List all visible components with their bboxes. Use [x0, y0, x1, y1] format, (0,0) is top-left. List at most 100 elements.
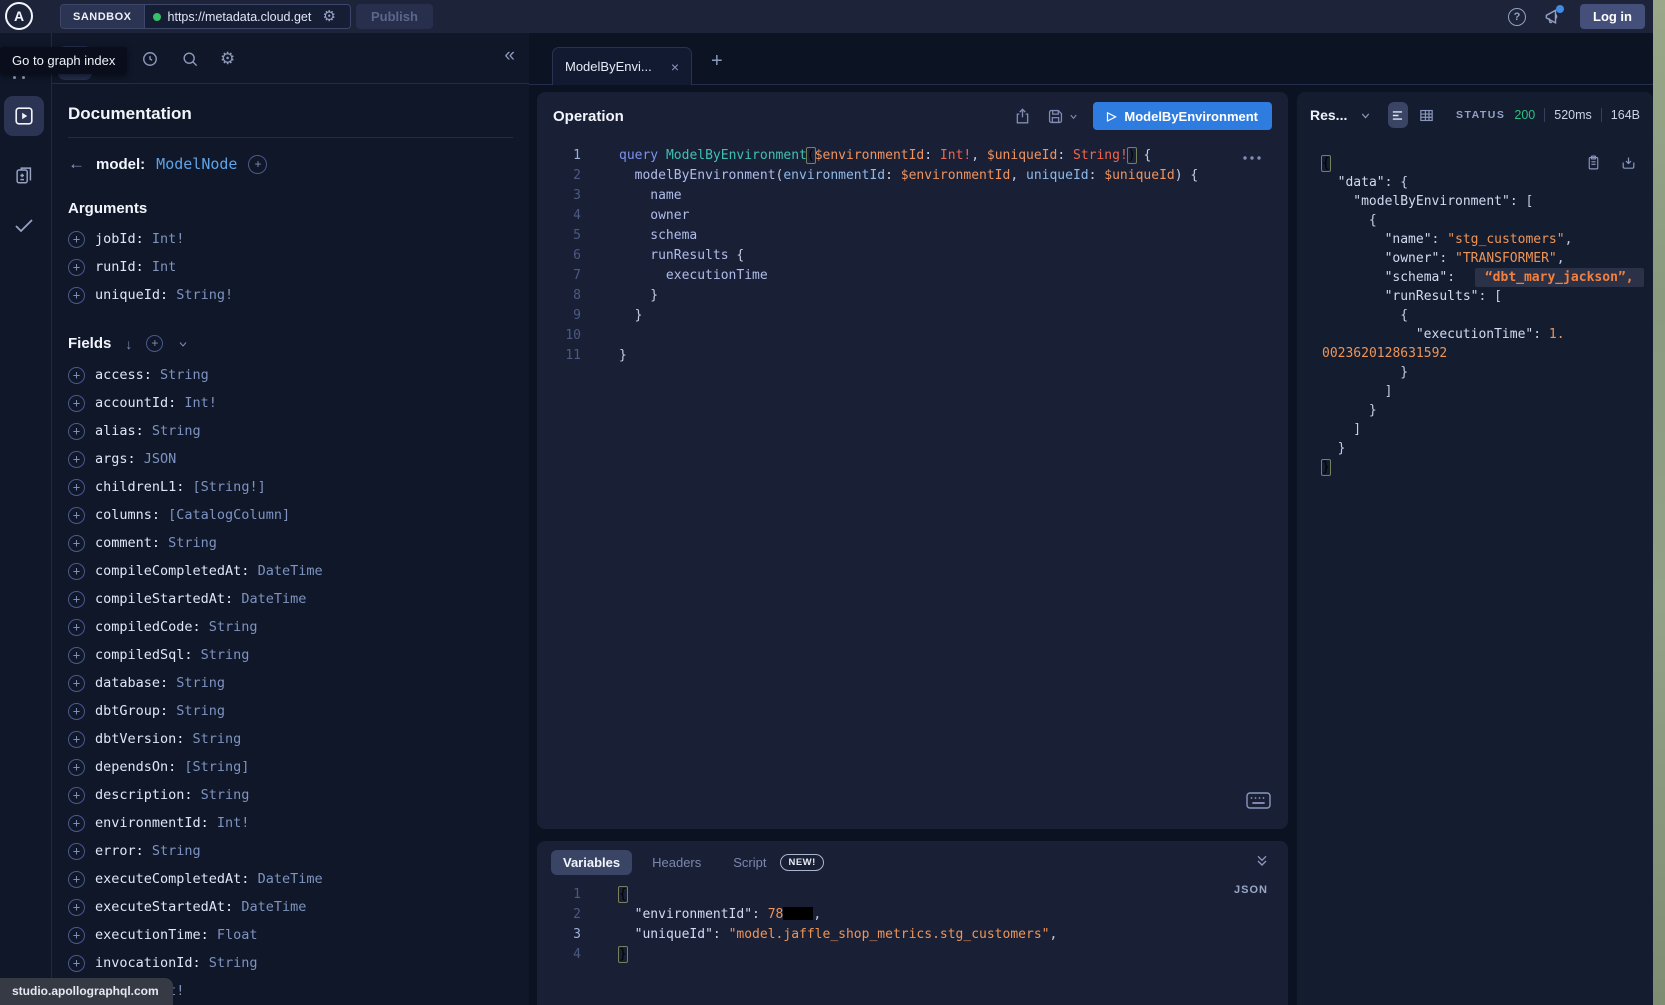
field-row[interactable]: +runId: Int [68, 253, 513, 281]
operation-editor[interactable]: 1query ModelByEnvironment($environmentId… [537, 146, 1288, 366]
field-row[interactable]: +database: String [68, 669, 513, 697]
checklist-icon[interactable] [4, 205, 44, 245]
field-type[interactable]: Int! [152, 231, 185, 247]
collapse-variables-icon[interactable] [1254, 853, 1270, 869]
field-row[interactable]: +dependsOn: [String] [68, 753, 513, 781]
download-response-icon[interactable] [1620, 154, 1637, 171]
add-field-button[interactable]: + [68, 787, 85, 804]
sort-icon[interactable]: ↓ [125, 336, 132, 352]
breadcrumb-type[interactable]: ModelNode [156, 155, 237, 173]
options-icon[interactable] [1242, 154, 1262, 162]
apollo-logo[interactable]: A [5, 2, 33, 30]
field-row[interactable]: +dbtGroup: String [68, 697, 513, 725]
add-field-button[interactable]: + [68, 535, 85, 552]
explorer-icon[interactable] [4, 96, 44, 136]
add-field-button[interactable]: + [68, 231, 85, 248]
field-row[interactable]: +executionTime: Float [68, 921, 513, 949]
field-type[interactable]: String [201, 787, 250, 803]
tab-script[interactable]: Script [721, 850, 770, 875]
chevron-down-icon[interactable] [177, 338, 189, 350]
add-field-button[interactable]: + [68, 815, 85, 832]
add-field-button[interactable]: + [68, 927, 85, 944]
add-field-button[interactable]: + [68, 479, 85, 496]
field-type[interactable]: String [209, 619, 258, 635]
add-field-button[interactable]: + [68, 451, 85, 468]
field-type[interactable]: String! [176, 287, 233, 303]
add-fields-button[interactable]: + [146, 335, 163, 352]
field-row[interactable]: +description: String [68, 781, 513, 809]
format-table-icon[interactable] [1416, 102, 1436, 128]
field-row[interactable]: +uniqueId: String! [68, 281, 513, 309]
add-field-button[interactable]: + [68, 647, 85, 664]
add-field-button[interactable]: + [68, 287, 85, 304]
field-type[interactable]: String [193, 731, 242, 747]
announcements-icon[interactable] [1543, 7, 1563, 27]
field-type[interactable]: JSON [144, 451, 177, 467]
field-type[interactable]: DateTime [258, 563, 323, 579]
field-row[interactable]: +invocationId: String [68, 949, 513, 977]
operation-collections-icon[interactable] [4, 155, 44, 195]
run-button[interactable]: ▷ ModelByEnvironment [1093, 102, 1272, 130]
field-row[interactable]: +columns: [CatalogColumn] [68, 501, 513, 529]
connection-settings-icon[interactable]: ⚙ [323, 9, 336, 24]
publish-button[interactable]: Publish [356, 4, 433, 29]
field-row[interactable]: +access: String [68, 361, 513, 389]
field-type[interactable]: String [152, 423, 201, 439]
add-field-button[interactable]: + [68, 871, 85, 888]
back-icon[interactable]: ← [68, 154, 85, 174]
field-type[interactable]: Int! [217, 815, 250, 831]
format-list-icon[interactable] [1388, 102, 1408, 128]
field-type[interactable]: String [152, 843, 201, 859]
collapse-panel-icon[interactable]: « [504, 45, 515, 67]
response-title[interactable]: Res... [1310, 107, 1347, 123]
field-type[interactable]: DateTime [241, 591, 306, 607]
add-field-button[interactable]: + [68, 675, 85, 692]
field-row[interactable]: +compiledSql: String [68, 641, 513, 669]
field-row[interactable]: +args: JSON [68, 445, 513, 473]
field-row[interactable]: +alias: String [68, 417, 513, 445]
variables-editor[interactable]: 1{2"environmentId": 78,3"uniqueId": "mod… [537, 885, 1288, 965]
response-chevron-icon[interactable] [1359, 109, 1372, 122]
save-icon[interactable] [1046, 107, 1079, 126]
add-field-button[interactable]: + [68, 563, 85, 580]
field-type[interactable]: Int [152, 259, 176, 275]
field-type[interactable]: Int! [184, 395, 217, 411]
login-button[interactable]: Log in [1580, 4, 1645, 29]
field-type[interactable]: String [201, 647, 250, 663]
add-field-button[interactable]: + [68, 507, 85, 524]
add-field-button[interactable]: + [68, 899, 85, 916]
field-type[interactable]: Float [217, 927, 258, 943]
add-field-button[interactable]: + [68, 843, 85, 860]
field-type[interactable]: String [176, 675, 225, 691]
field-row[interactable]: +childrenL1: [String!] [68, 473, 513, 501]
add-all-fields-button[interactable]: + [248, 155, 267, 174]
field-row[interactable]: +compiledCode: String [68, 613, 513, 641]
field-row[interactable]: +compileCompletedAt: DateTime [68, 557, 513, 585]
field-type[interactable]: [String!] [193, 479, 266, 495]
field-type[interactable]: String [160, 367, 209, 383]
field-row[interactable]: +environmentId: Int! [68, 809, 513, 837]
add-field-button[interactable]: + [68, 395, 85, 412]
add-field-button[interactable]: + [68, 367, 85, 384]
field-row[interactable]: +error: String [68, 837, 513, 865]
endpoint-url[interactable]: https://metadata.cloud.get [168, 10, 316, 24]
field-row[interactable]: +compileStartedAt: DateTime [68, 585, 513, 613]
field-type[interactable]: String [168, 535, 217, 551]
field-row[interactable]: +dbtVersion: String [68, 725, 513, 753]
add-field-button[interactable]: + [68, 619, 85, 636]
add-field-button[interactable]: + [68, 759, 85, 776]
add-field-button[interactable]: + [68, 591, 85, 608]
add-field-button[interactable]: + [68, 423, 85, 440]
copy-response-icon[interactable] [1585, 154, 1602, 171]
settings-icon[interactable]: ⚙ [220, 49, 235, 69]
field-row[interactable]: +executeCompletedAt: DateTime [68, 865, 513, 893]
endpoint-control[interactable]: SANDBOX https://metadata.cloud.get ⚙ [60, 4, 351, 29]
field-type[interactable]: String [209, 955, 258, 971]
operation-tab[interactable]: ModelByEnvi... × [552, 47, 692, 85]
help-icon[interactable]: ? [1508, 8, 1526, 26]
field-type[interactable]: [CatalogColumn] [168, 507, 290, 523]
field-row[interactable]: +comment: String [68, 529, 513, 557]
field-row[interactable]: +executeStartedAt: DateTime [68, 893, 513, 921]
add-field-button[interactable]: + [68, 703, 85, 720]
keyboard-shortcuts-icon[interactable] [1246, 792, 1271, 809]
